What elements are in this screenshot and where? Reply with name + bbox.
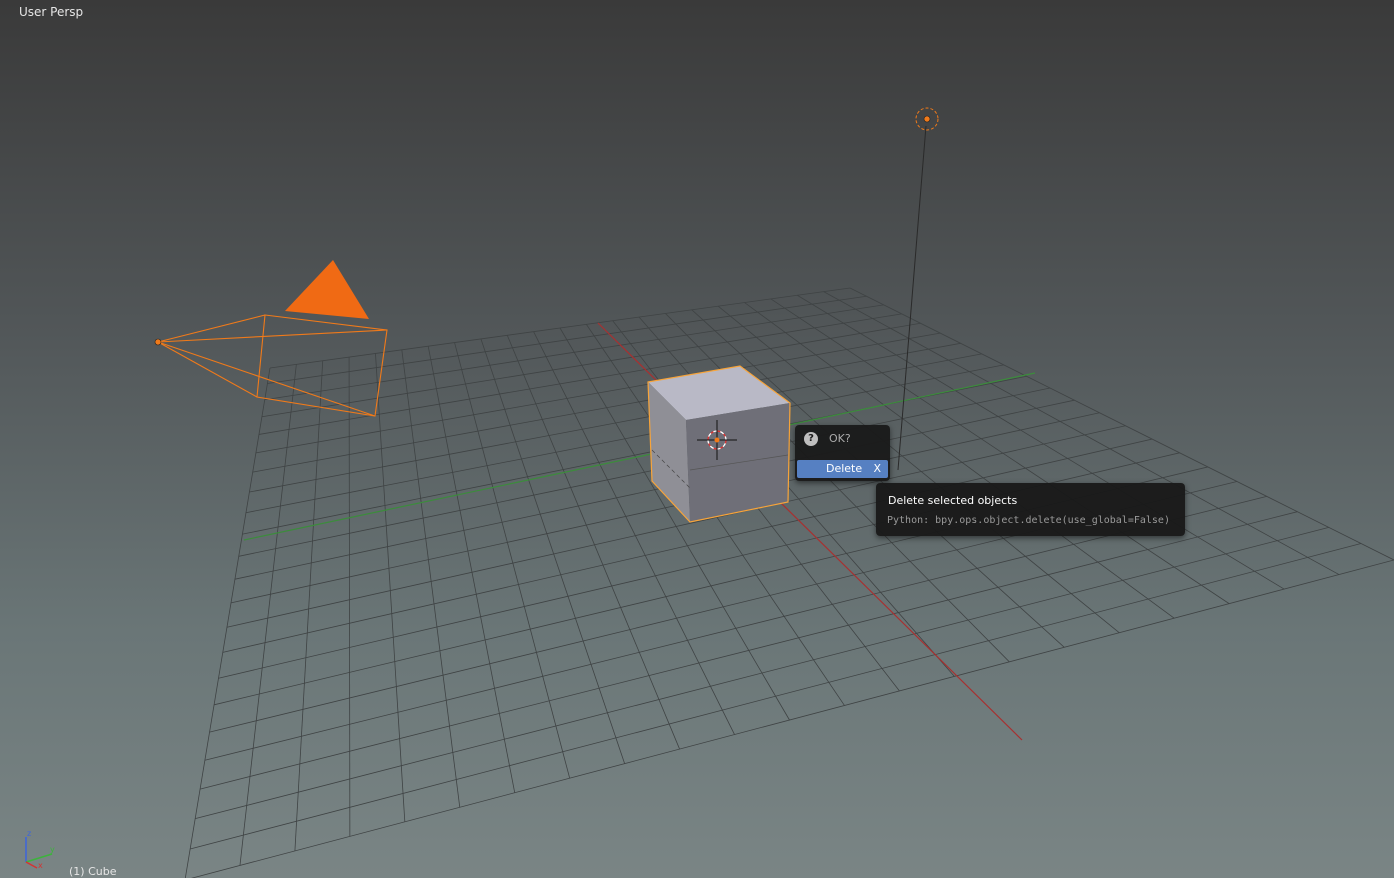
cube-origin-dot bbox=[714, 437, 720, 443]
gizmo-z-label: z bbox=[27, 829, 31, 838]
gizmo-y-label: y bbox=[50, 845, 55, 854]
camera-edge-3 bbox=[157, 341, 376, 417]
camera-origin bbox=[154, 338, 162, 346]
scene-canvas[interactable] bbox=[0, 0, 1394, 878]
active-object-label: (1) Cube bbox=[69, 865, 117, 878]
delete-menu-item[interactable]: Delete X bbox=[797, 460, 888, 478]
grid-line bbox=[239, 364, 297, 866]
camera-edge-4 bbox=[157, 341, 258, 398]
camera-edge-2 bbox=[157, 329, 388, 343]
popup-header: ? OK? bbox=[795, 425, 890, 453]
delete-shortcut-key: X bbox=[873, 462, 881, 475]
grid-line bbox=[348, 357, 351, 837]
popup-title: OK? bbox=[829, 432, 851, 445]
grid-line bbox=[199, 511, 1298, 790]
gizmo-x-label: x bbox=[38, 861, 43, 870]
axis-gizmo: z y x bbox=[25, 829, 55, 870]
grid-line bbox=[375, 353, 406, 822]
cube-object[interactable] bbox=[647, 365, 791, 523]
question-icon: ? bbox=[804, 432, 818, 446]
lamp-line bbox=[897, 125, 927, 471]
view-name-label: User Persp bbox=[19, 5, 84, 19]
camera-frame bbox=[256, 314, 388, 417]
floor-grid bbox=[184, 287, 1394, 878]
grid-line bbox=[190, 559, 1394, 878]
delete-label: Delete bbox=[826, 462, 863, 475]
grid-line bbox=[195, 527, 1329, 820]
operator-tooltip: Delete selected objects Python: bpy.ops.… bbox=[876, 483, 1185, 536]
lamp-icon bbox=[923, 115, 931, 123]
tooltip-title: Delete selected objects bbox=[888, 494, 1018, 507]
3d-viewport[interactable]: User Persp z y x (1) Cube ? OK? Delete X… bbox=[0, 0, 1394, 878]
camera-object[interactable] bbox=[154, 260, 388, 417]
grid-line bbox=[294, 360, 324, 851]
camera-up-triangle bbox=[285, 260, 369, 319]
grid-line bbox=[427, 346, 516, 793]
grid-line bbox=[184, 367, 271, 878]
gizmo-x-axis bbox=[25, 861, 38, 869]
confirm-delete-popup[interactable]: ? OK? Delete X bbox=[795, 425, 890, 481]
grid-line bbox=[190, 543, 1362, 850]
camera-edge-1 bbox=[157, 314, 266, 343]
tooltip-python-path: Python: bpy.ops.object.delete(use_global… bbox=[887, 515, 1170, 526]
